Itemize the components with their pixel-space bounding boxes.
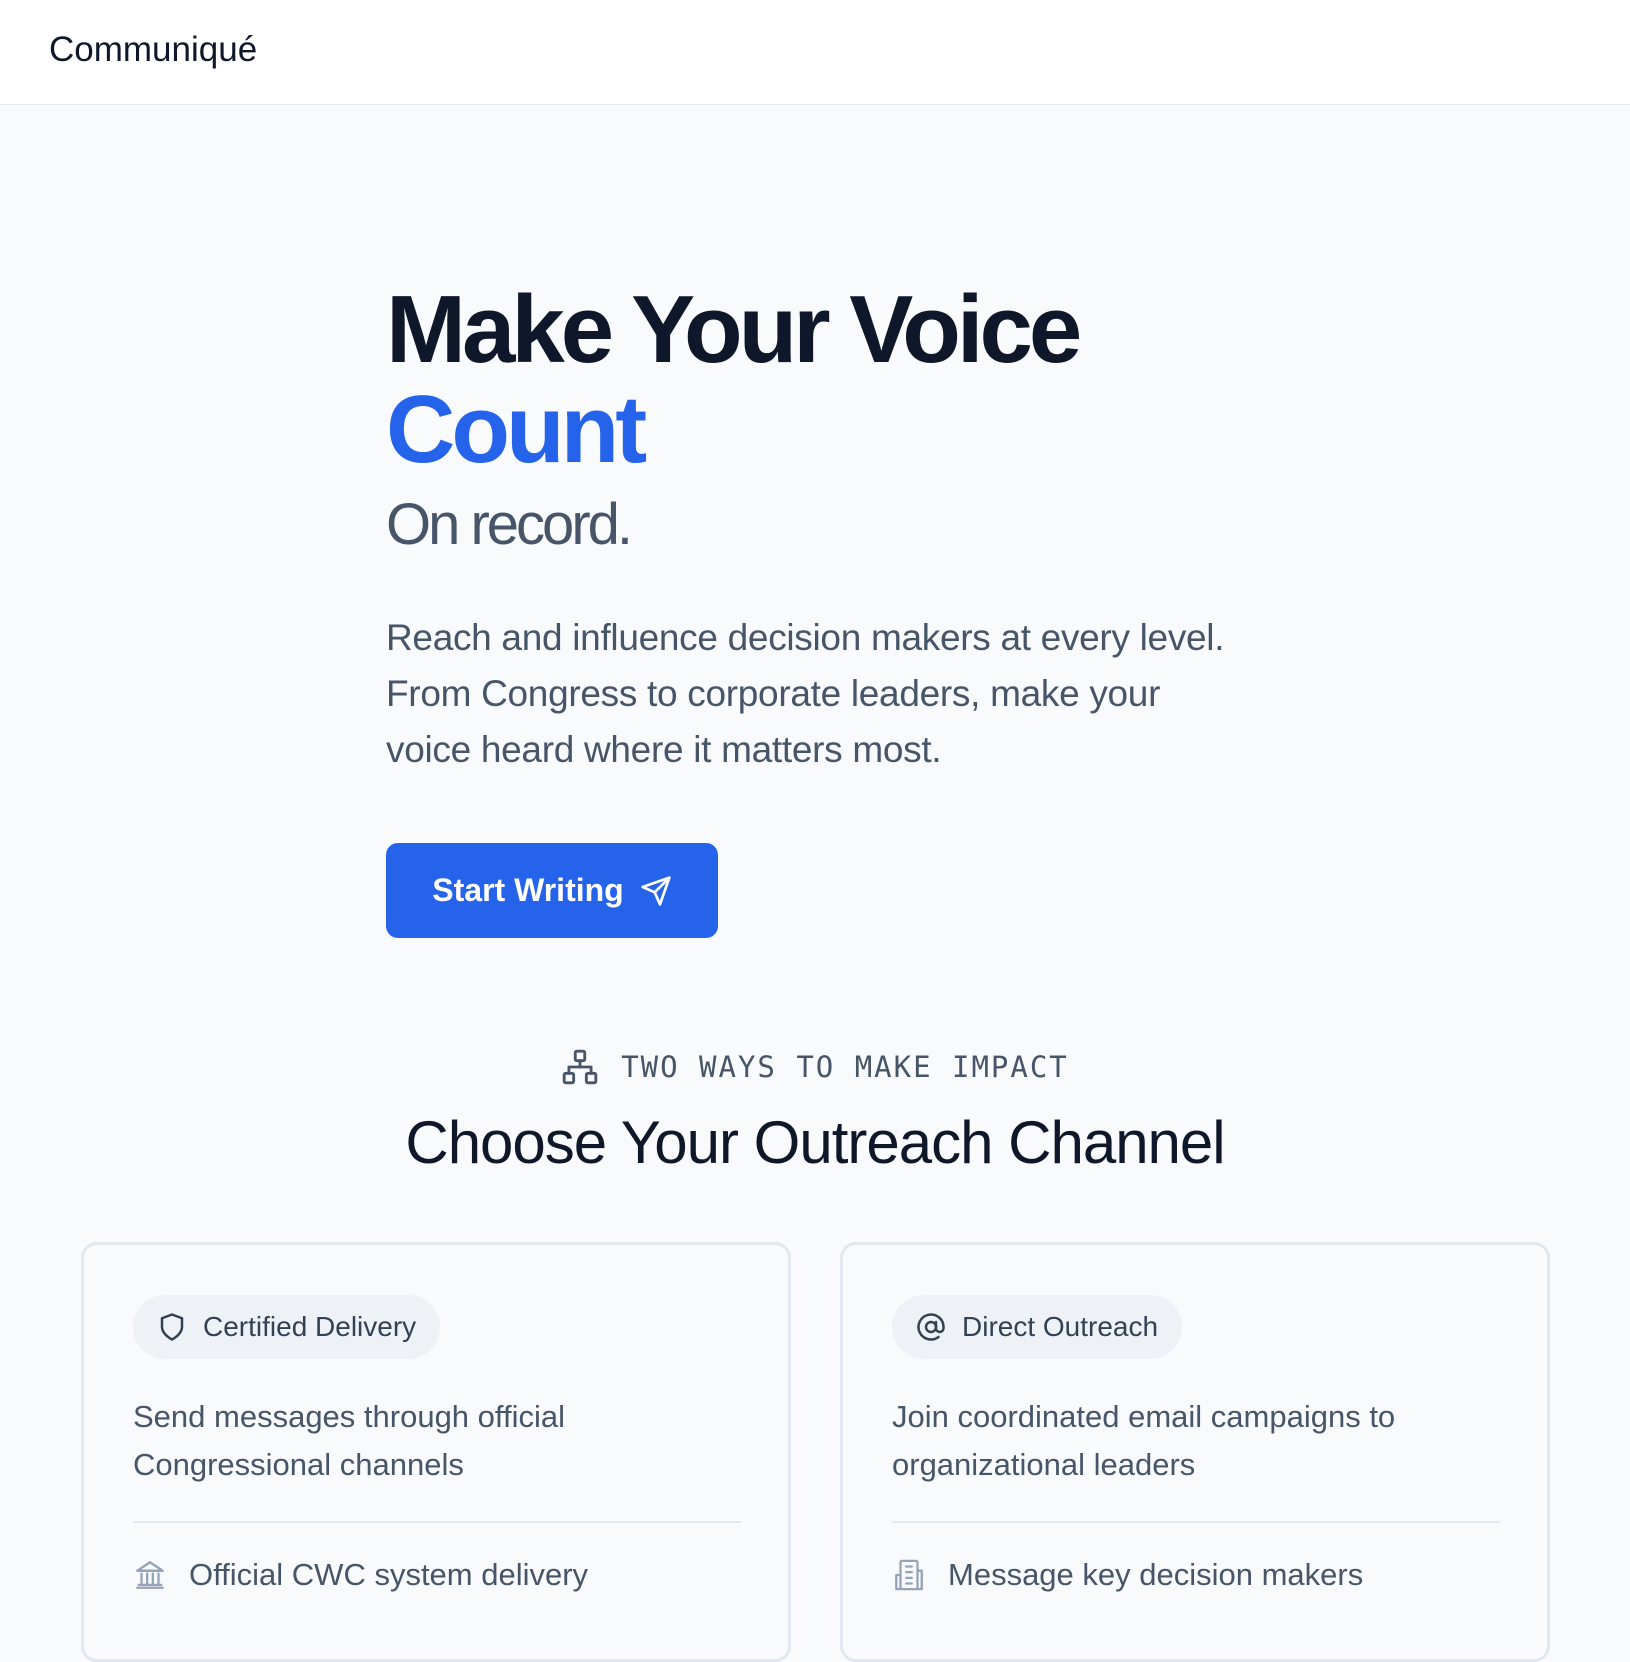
direct-outreach-feature-text: Message key decision makers (948, 1557, 1364, 1592)
card-divider (892, 1521, 1500, 1523)
certified-delivery-description: Send messages through official Congressi… (133, 1399, 565, 1482)
direct-outreach-badge: Direct Outreach (892, 1295, 1183, 1359)
hero-subtitle: On record. (386, 492, 633, 557)
hero-title-line1: Make Your Voice (386, 276, 1082, 383)
building-icon (892, 1558, 926, 1592)
direct-outreach-description: Join coordinated email campaigns to orga… (892, 1399, 1396, 1482)
certified-delivery-feature: Official CWC system delivery (133, 1557, 588, 1593)
card-divider (133, 1521, 741, 1523)
start-writing-button[interactable]: Start Writing (386, 843, 718, 938)
hero-heading: Make Your Voice Count On record. (386, 280, 1286, 560)
direct-outreach-card[interactable]: Direct Outreach Join coordinated email c… (840, 1242, 1550, 1662)
start-writing-label: Start Writing (432, 872, 624, 908)
send-icon (640, 875, 672, 907)
certified-delivery-label: Certified Delivery (203, 1311, 417, 1342)
section-title: Choose Your Outreach Channel (405, 1109, 1225, 1176)
landmark-icon (133, 1558, 167, 1592)
direct-outreach-label: Direct Outreach (962, 1311, 1159, 1342)
section-eyebrow-text: TWO WAYS TO MAKE IMPACT (621, 1050, 1069, 1084)
shield-icon (157, 1312, 187, 1342)
hero-description: Reach and influence decision makers at e… (386, 617, 1225, 770)
section-eyebrow: TWO WAYS TO MAKE IMPACT (0, 1048, 1630, 1086)
certified-delivery-badge: Certified Delivery (133, 1295, 441, 1359)
certified-delivery-card[interactable]: Certified Delivery Send messages through… (81, 1242, 791, 1662)
certified-delivery-feature-text: Official CWC system delivery (189, 1557, 589, 1592)
at-sign-icon (916, 1312, 946, 1342)
network-icon (561, 1048, 599, 1086)
direct-outreach-feature: Message key decision makers (892, 1557, 1363, 1593)
top-navigation-bar: Communiqué (0, 0, 1630, 105)
hero-title-accent: Count (386, 376, 647, 483)
brand-logo-text[interactable]: Communiqué (49, 30, 257, 70)
